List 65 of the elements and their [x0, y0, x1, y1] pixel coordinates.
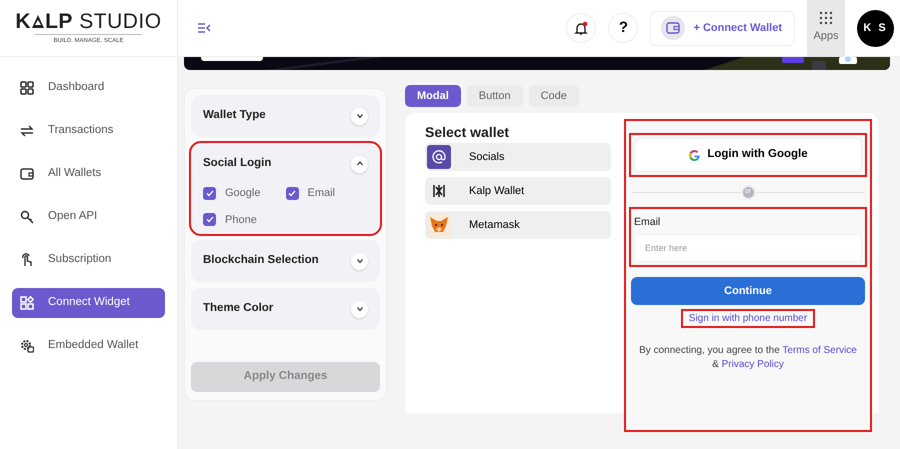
checkbox[interactable]: [203, 186, 216, 200]
chevron-down-icon: [356, 257, 364, 265]
apps-grid-icon: [819, 11, 833, 26]
chevron-up-icon: [356, 160, 364, 168]
bell-icon: [574, 20, 588, 36]
terms-text: By connecting, you agree to the: [639, 344, 780, 356]
google-login-button[interactable]: Login with Google: [634, 138, 862, 172]
checkbox[interactable]: [286, 186, 298, 200]
google-g-icon: [688, 148, 702, 162]
email-field[interactable]: Enter here: [634, 234, 862, 262]
wallet-icon: [661, 16, 686, 40]
check-icon: [206, 216, 214, 224]
sidebar-item[interactable]: All Wallets: [12, 159, 165, 189]
wallet-option[interactable]: Socials: [425, 143, 611, 171]
user-avatar[interactable]: K S: [857, 10, 894, 46]
checkbox-label: Google: [225, 186, 260, 201]
widget-icon: [20, 296, 34, 310]
field-label: Email: [634, 215, 662, 230]
ampersand-text: &: [712, 358, 719, 370]
expand-toggle[interactable]: [351, 156, 368, 172]
gear-icon: [20, 339, 34, 353]
logo-mark-icon: [31, 14, 46, 28]
help-button[interactable]: ?: [608, 13, 638, 43]
checkbox-label: Phone: [225, 212, 257, 228]
section-title: Wallet Type: [203, 109, 266, 123]
phone-sign-in-link[interactable]: Sign in with phone number: [682, 310, 814, 326]
logo-text: LP STUDIO: [45, 10, 162, 32]
connect-wallet-button[interactable]: + Connect Wallet: [650, 10, 795, 46]
section-heading: Select wallet: [425, 125, 510, 140]
wallet-icon: [20, 167, 34, 181]
wallet-option[interactable]: Kalp Wallet: [425, 177, 611, 205]
tab[interactable]: Modal: [405, 85, 461, 107]
sidebar-item[interactable]: Open API: [12, 202, 165, 232]
key-icon: [20, 210, 34, 224]
section-title: Theme Color: [203, 302, 274, 316]
section-title: Blockchain Selection: [203, 254, 319, 268]
terms-link[interactable]: Terms of Service: [782, 344, 857, 356]
check-icon: [206, 190, 214, 197]
sidebar-item[interactable]: Embedded Wallet: [12, 331, 165, 361]
chevron-down-icon: [356, 305, 364, 313]
fox-icon: [427, 213, 451, 237]
sidebar-item[interactable]: Subscription: [12, 245, 165, 275]
continue-button[interactable]: Continue: [631, 276, 865, 305]
notification-button[interactable]: [566, 13, 596, 43]
privacy-link[interactable]: Privacy Policy: [722, 358, 784, 370]
apps-button[interactable]: Apps: [807, 0, 845, 56]
grid-icon: [20, 81, 34, 95]
sidebar-item[interactable]: Dashboard: [12, 73, 165, 103]
expand-toggle[interactable]: [351, 108, 368, 124]
sidebar-item[interactable]: Transactions: [12, 116, 165, 146]
expand-toggle[interactable]: [351, 252, 368, 270]
at-sign-icon: [427, 145, 451, 169]
checkbox-label: Email: [308, 186, 336, 201]
wallet-option[interactable]: Metamask: [425, 211, 611, 239]
sidebar-item[interactable]: Connect Widget: [12, 288, 165, 318]
expand-toggle[interactable]: [351, 300, 368, 318]
hand-pointer-icon: [20, 253, 34, 267]
swap-arrows-icon: [20, 124, 34, 138]
check-icon: [288, 190, 296, 197]
tab[interactable]: Code: [528, 85, 579, 107]
tab[interactable]: Button: [466, 85, 523, 107]
checkbox[interactable]: [203, 213, 216, 226]
section-title: Social Login: [203, 157, 272, 171]
logo-text: K: [15, 10, 32, 32]
chevron-down-icon: [356, 112, 364, 120]
